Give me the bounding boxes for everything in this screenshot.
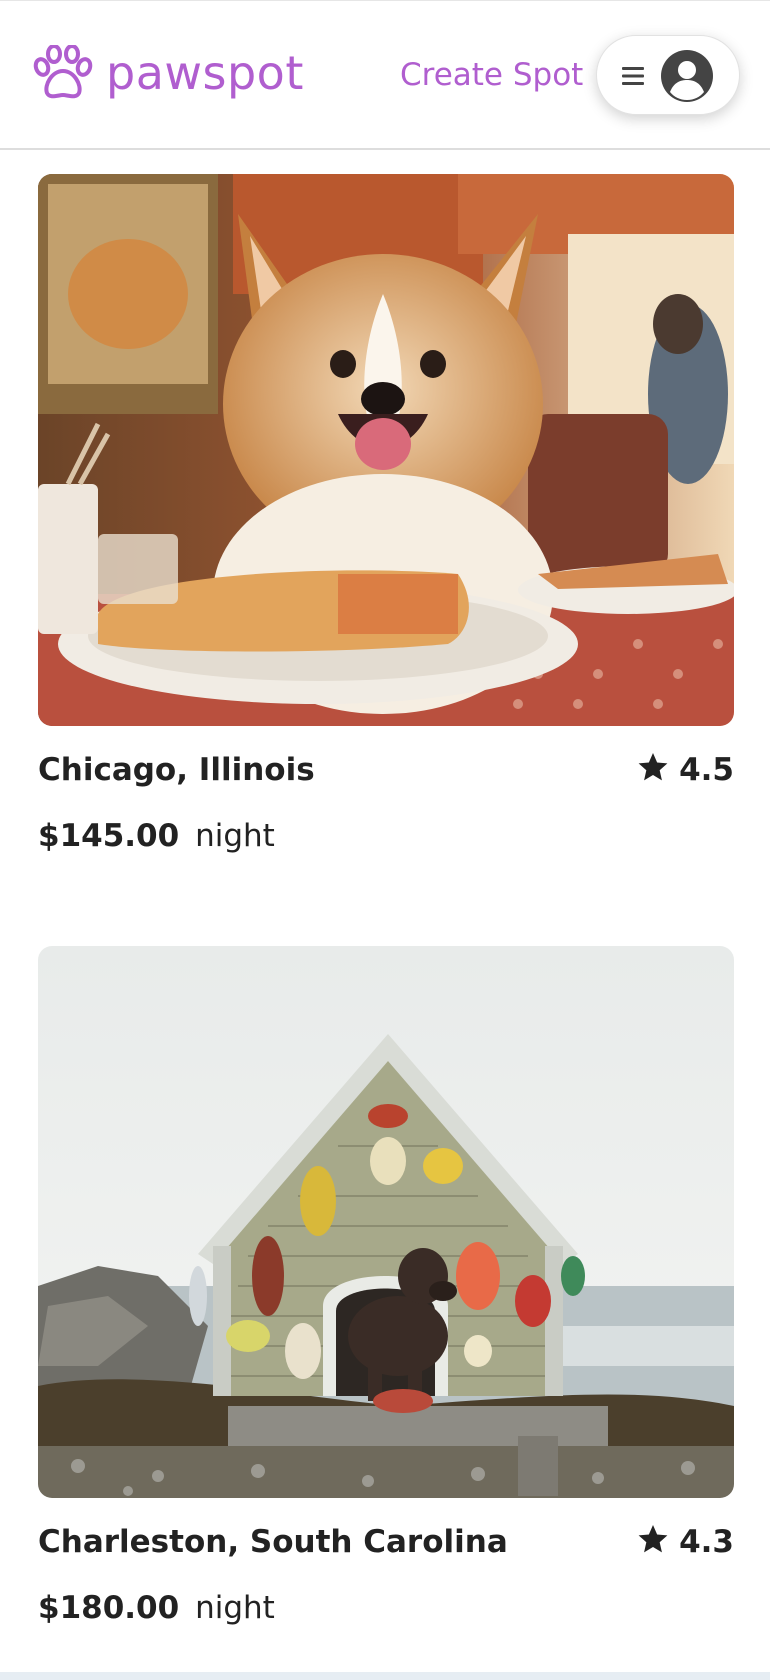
listing-price: $145.00 night [38,818,734,854]
corgi-photo [38,174,734,726]
listing-card[interactable]: Chicago, Illinois 4.5 $145.00 night [38,174,734,854]
listing-card[interactable]: Charleston, South Carolina 4.3 $180.00 n… [38,946,734,1626]
listing-photo-corgi-diner[interactable] [38,174,734,726]
listing-photo-beach-doghouse[interactable] [38,946,734,1498]
price-unit: night [195,818,275,854]
user-avatar-icon [661,50,713,102]
price-amount: $145.00 [38,818,180,854]
star-icon [638,753,668,781]
bottom-edge-strip [0,1672,770,1680]
create-spot-link[interactable]: Create Spot [400,53,583,97]
listing-price: $180.00 night [38,1590,734,1626]
rating-value: 4.3 [679,1524,734,1560]
profile-menu-button[interactable] [596,35,740,115]
listing-rating: 4.5 [637,752,734,788]
price-amount: $180.00 [38,1590,180,1626]
paw-icon [33,45,93,99]
doghouse-photo [38,946,734,1498]
star-icon [638,1525,668,1553]
listing-location: Charleston, South Carolina [38,1524,508,1560]
hamburger-icon [622,67,644,85]
price-unit: night [195,1590,275,1626]
top-navbar: pawspot Create Spot [0,0,770,150]
logo[interactable]: pawspot [32,45,304,101]
listing-rating: 4.3 [637,1524,734,1560]
listing-location: Chicago, Illinois [38,752,315,788]
logo-text: pawspot [106,46,304,100]
rating-value: 4.5 [679,752,734,788]
